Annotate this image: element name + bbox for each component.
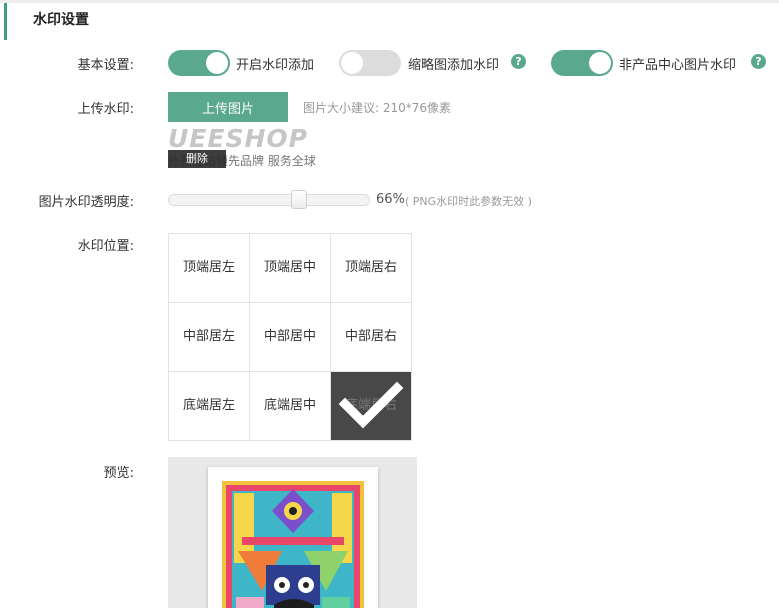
position-label: 水印位置: [77,239,134,254]
preview-area [168,457,417,608]
position-top-left[interactable]: 顶端居左 [169,234,250,303]
position-middle-left[interactable]: 中部居左 [169,303,250,372]
opacity-slider-track[interactable] [168,194,370,206]
upload-image-button[interactable]: 上传图片 [168,92,288,122]
preview-label: 预览: [103,466,134,481]
position-middle-right[interactable]: 中部居右 [331,303,412,372]
basic-settings-label: 基本设置: [77,58,134,73]
toggle-knob [589,52,611,74]
toggle-thumbnail-watermark-label: 缩略图添加水印 [408,58,500,73]
preview-frame [208,467,378,608]
opacity-label: 图片水印透明度: [38,195,134,210]
position-bottom-center[interactable]: 底端居中 [250,372,331,441]
position-middle-center[interactable]: 中部居中 [250,303,331,372]
toggle-enable-watermark-label: 开启水印添加 [236,58,315,73]
toggle-knob [206,52,228,74]
section-header: 水印设置 [4,3,779,40]
position-top-right[interactable]: 顶端居右 [331,234,412,303]
question-icon[interactable]: ? [511,54,526,69]
upload-size-hint: 图片大小建议: 210*76像素 [303,101,452,115]
upload-label: 上传水印: [77,102,134,117]
toggle-knob [341,52,363,74]
toggle-thumbnail-watermark[interactable] [339,50,401,76]
question-icon[interactable]: ? [751,54,766,69]
toggle-enable-watermark[interactable] [168,50,230,76]
opacity-note: ( PNG水印时此参数无效 ) [405,195,532,208]
preview-artwork-image [222,481,364,608]
toggle-non-product-watermark[interactable] [551,50,613,76]
opacity-slider-handle[interactable] [291,190,307,209]
position-top-center[interactable]: 顶端居中 [250,234,331,303]
watermark-logo: UEESHOP [168,126,308,153]
position-bottom-right[interactable]: 底端居右 [331,372,412,441]
checkmark-icon [338,381,404,429]
opacity-value: 66% [376,192,405,207]
section-title: 水印设置 [33,12,89,28]
position-grid: 顶端居左 顶端居中 顶端居右 中部居左 中部居中 中部居右 底端居左 底端居中 … [168,233,412,441]
toggle-non-product-watermark-label: 非产品中心图片水印 [619,58,737,73]
position-bottom-left[interactable]: 底端居左 [169,372,250,441]
delete-watermark-button[interactable]: 删除 [168,150,226,168]
